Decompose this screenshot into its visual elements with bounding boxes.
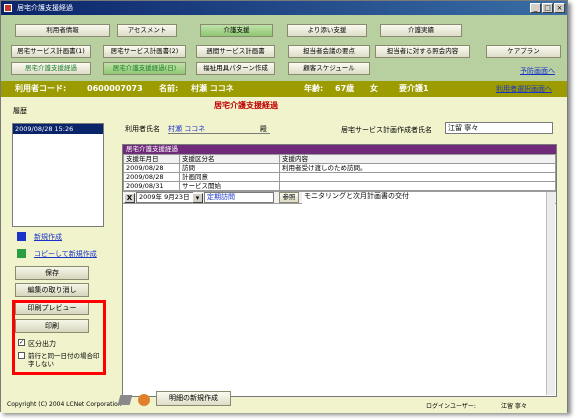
content-scrollbar[interactable] xyxy=(546,192,555,395)
table-row[interactable]: 2009/08/31 サービス開始 xyxy=(123,181,556,191)
nav-attendance-support[interactable]: より添い支援 xyxy=(287,24,367,37)
record-panel-title: 居宅介護支援経過 xyxy=(123,145,556,154)
save-button[interactable]: 保存 xyxy=(15,266,89,280)
sex: 女 xyxy=(370,84,378,93)
age-label: 年齢: xyxy=(304,84,324,93)
row-category: サービス開始 xyxy=(179,181,280,191)
copyright: Copyright (C) 2004 LCNet Corporation xyxy=(7,401,122,408)
column-header: 支援年月日 xyxy=(123,154,180,164)
user-info-bar: 利用者コード: 0600007073 名前: 村瀬 ココネ 年齢: 67歳 女 … xyxy=(1,81,567,97)
globe-icon[interactable] xyxy=(138,394,150,406)
history-item[interactable]: 2009/08/28 15:26 xyxy=(13,124,103,134)
row-date: 2009/08/28 xyxy=(123,163,180,173)
nav-support-progress[interactable]: 居宅介護支援経過 xyxy=(11,62,91,75)
login-user: 江留 寧々 xyxy=(501,403,527,410)
row-date: 2009/08/31 xyxy=(123,181,180,191)
close-icon[interactable]: × xyxy=(554,3,565,13)
row-content: 利用者受け渡しのため訪問。 xyxy=(279,163,556,173)
planner-name-field[interactable]: 江留 寧々 xyxy=(445,122,553,134)
app-window: 居宅介護支援経過 _ □ × 利用者情報 アセスメント 介護支援 より添い支援 … xyxy=(0,0,568,413)
app-icon xyxy=(4,4,12,12)
date-dropdown-icon[interactable]: ▾ xyxy=(192,193,203,203)
page-title: 居宅介護支援経過 xyxy=(214,101,278,110)
nav-weekly-plan[interactable]: 週間サービス計画書 xyxy=(196,45,275,58)
user-name-label: 利用者氏名 xyxy=(125,125,160,133)
nav-customer-schedule[interactable]: 顧客スケジュール xyxy=(288,62,370,75)
copy-new-link[interactable]: コピーして新規作成 xyxy=(34,249,97,259)
age: 67歳 xyxy=(335,84,355,93)
reference-button[interactable]: 参照 xyxy=(279,192,299,203)
nav-meeting-points[interactable]: 担当者会議の要点 xyxy=(288,45,370,58)
table-row[interactable]: 2009/08/28 訪問 利用者受け渡しのため訪問。 xyxy=(123,163,556,173)
title-bar: 居宅介護支援経過 _ □ × xyxy=(1,1,567,15)
nav-inquiry-content[interactable]: 担当者に対する照会内容 xyxy=(375,45,470,58)
row-content xyxy=(279,181,556,191)
content-textarea[interactable]: モニタリングと次月計画書の交付 xyxy=(302,192,546,395)
nav-care-plan[interactable]: ケアプラン xyxy=(486,45,561,58)
category-field[interactable]: 定期訪問 xyxy=(204,192,274,203)
nav-care-results[interactable]: 介護実績 xyxy=(380,24,462,37)
new-detail-button[interactable]: 明細の新規作成 xyxy=(156,391,231,406)
nav-care-support[interactable]: 介護支援 xyxy=(200,24,273,37)
maximize-icon[interactable]: □ xyxy=(542,3,553,13)
row-date: 2009/08/28 xyxy=(123,172,180,182)
user-name: 村瀬 ココネ xyxy=(191,84,234,93)
minimize-icon[interactable]: _ xyxy=(530,3,541,13)
user-select-link[interactable]: 利用者選択画面へ xyxy=(496,81,552,97)
navigation-area: 利用者情報 アセスメント 介護支援 より添い支援 介護実績 居宅サービス計画書(… xyxy=(1,15,567,83)
row-category: 計画同意 xyxy=(179,172,280,182)
planner-label: 居宅サービス計画作成者氏名 xyxy=(341,126,432,134)
login-user-label: ログインユーザー: xyxy=(426,403,476,410)
window-title: 居宅介護支援経過 xyxy=(17,4,73,12)
cancel-edit-button[interactable]: 編集の取り消し xyxy=(15,283,89,297)
row-content xyxy=(279,172,556,182)
name-label: 名前: xyxy=(159,84,179,93)
new-create-link[interactable]: 新規作成 xyxy=(34,232,62,242)
care-level: 要介護1 xyxy=(399,84,429,93)
highlight-box xyxy=(12,300,106,375)
user-code-label: 利用者コード: xyxy=(15,84,67,93)
date-picker[interactable]: 2009年 9月23日 xyxy=(136,192,193,203)
nav-care-plan-1[interactable]: 居宅サービス計画書(1) xyxy=(11,45,91,58)
nav-welfare-equipment[interactable]: 福祉用具パターン作成 xyxy=(196,62,275,75)
nav-support-progress-daily[interactable]: 居宅介護支援経過(日) xyxy=(103,62,186,75)
nav-care-plan-2[interactable]: 居宅サービス計画書(2) xyxy=(103,45,186,58)
record-table: 支援年月日 支援区分名 支援内容 2009/08/28 訪問 利用者受け渡しのた… xyxy=(123,154,556,191)
prevention-screen-link[interactable]: 予防画面へ xyxy=(520,66,555,76)
user-name-underline xyxy=(168,133,270,134)
nav-assessment[interactable]: アセスメント xyxy=(117,24,177,37)
row-category: 訪問 xyxy=(179,163,280,173)
copy-document-icon[interactable] xyxy=(17,249,26,258)
column-header: 支援内容 xyxy=(279,154,556,164)
window-controls: _ □ × xyxy=(530,3,565,13)
delete-row-icon[interactable]: X xyxy=(124,193,135,203)
nav-user-info[interactable]: 利用者情報 xyxy=(15,24,110,37)
user-code: 0600007073 xyxy=(87,84,143,93)
new-document-icon[interactable] xyxy=(17,232,26,241)
history-label: 履歴 xyxy=(13,107,27,115)
table-row[interactable]: 2009/08/28 計画同意 xyxy=(123,172,556,182)
column-header: 支援区分名 xyxy=(179,154,280,164)
history-list[interactable]: 2009/08/28 15:26 xyxy=(12,123,104,227)
table-header-row: 支援年月日 支援区分名 支援内容 xyxy=(123,154,556,164)
